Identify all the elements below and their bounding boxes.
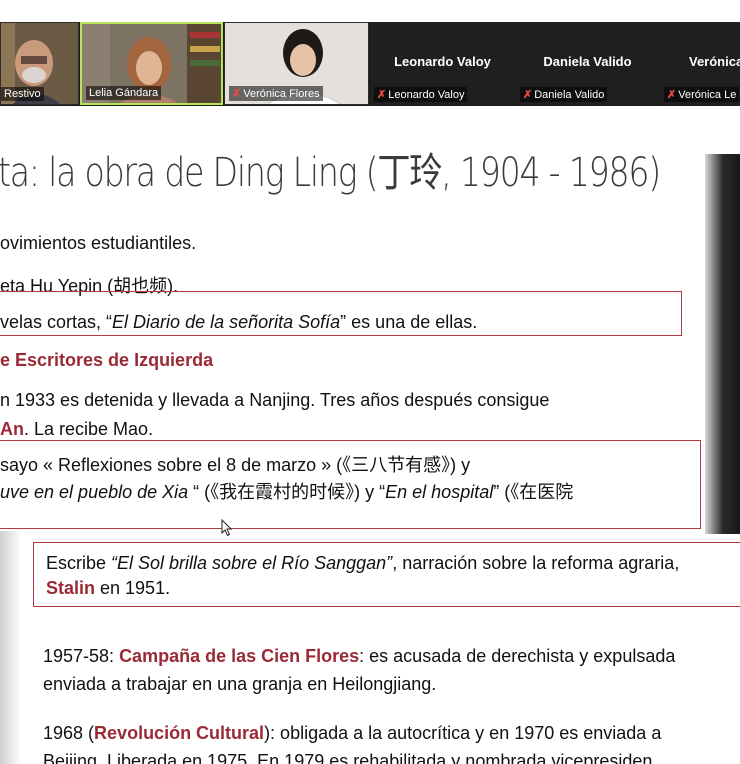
participant-tile-lelia[interactable]: Lelia Gándara: [80, 22, 223, 105]
muted-mic-icon: ✗: [232, 88, 242, 100]
work-title: En el hospital: [385, 482, 494, 502]
participant-name-tag: ✗ Daniela Valido: [520, 87, 608, 102]
participant-display-name: Leonardo Valoy: [394, 54, 491, 69]
participant-name: Lelia Gándara: [89, 87, 159, 99]
bullet-text: n 1933 es detenida y llevada a Nanjing. …: [0, 390, 550, 410]
accent-term: Revolución Cultural: [94, 723, 265, 743]
text-run: ): obligada a la autocrítica y en 1970 e…: [264, 723, 662, 743]
muted-mic-icon: ✗: [377, 89, 387, 101]
bullet-text: enviada a trabajar en una granja en Heil…: [43, 674, 437, 694]
participant-name: Daniela Valido: [534, 89, 605, 101]
participant-name: Verónica Flores: [243, 88, 320, 100]
accent-term: Stalin: [46, 578, 96, 598]
text-run: en 1951.: [95, 578, 171, 598]
slide-title: ta: la obra de Ding Ling (丁玲, 1904 - 198…: [0, 150, 661, 196]
participant-display-name: Daniela Valido: [543, 54, 632, 69]
participant-display-name: Verónica: [689, 54, 740, 69]
text-run: “ (《我在霞村的时候》) y “: [188, 482, 386, 502]
participant-tile-daniela[interactable]: Daniela Valido ✗ Daniela Valido: [516, 22, 659, 105]
shared-slide: ta: la obra de Ding Ling (丁玲, 1904 - 198…: [0, 106, 740, 764]
accent-term: An: [0, 419, 24, 439]
participant-tile-leonardo[interactable]: Leonardo Valoy ✗ Leonardo Valoy: [370, 22, 515, 105]
text-run: Escribe: [46, 553, 112, 573]
text-run: 1968 (: [43, 723, 95, 743]
accent-term: Campaña de las Cien Flores: [119, 646, 360, 666]
bullet-text: velas cortas, “El Diario de la señorita …: [0, 312, 477, 333]
participant-name-tag: ✗ Verónica Flores: [229, 86, 323, 101]
text-run: 1957-58:: [43, 646, 120, 666]
participant-name: Restivo: [4, 88, 41, 100]
author-photo: [705, 154, 740, 534]
bullet-text: Escribe “El Sol brilla sobre el Río Sang…: [46, 553, 679, 574]
text-run: ” (《在医院: [493, 482, 574, 502]
image-edge: [0, 531, 22, 764]
participant-name-tag: ✗ Leonardo Valoy: [374, 87, 468, 102]
participant-name-tag: Restivo: [1, 87, 44, 101]
bullet-text: Beijing. Liberada en 1975. En 1979 es re…: [43, 751, 653, 764]
text-run: ” es una de ellas.: [340, 312, 478, 332]
participant-name: Leonardo Valoy: [388, 89, 465, 101]
bullet-text: ovimientos estudiantiles.: [0, 233, 197, 253]
work-title: uve en el pueblo de Xia: [0, 482, 189, 502]
participant-tile-restivo[interactable]: Restivo: [0, 22, 79, 105]
bullet-text: 1957-58: Campaña de las Cien Flores: es …: [43, 646, 675, 667]
bullet-text: An. La recibe Mao.: [0, 419, 153, 440]
mouse-cursor-icon: [221, 519, 233, 537]
participant-name-tag: Lelia Gándara: [86, 86, 162, 100]
participant-tile-veronica[interactable]: Verónica ✗ Verónica Le: [660, 22, 740, 105]
text-run: , narración sobre la reforma agraria,: [392, 553, 680, 573]
participant-tile-veronica-flores[interactable]: ✗ Verónica Flores: [224, 22, 369, 105]
work-title: El Diario de la señorita Sofía: [112, 312, 341, 332]
bullet-text: 1968 (Revolución Cultural): obligada a l…: [43, 723, 661, 744]
section-heading: e Escritores de Izquierda: [0, 350, 214, 370]
bullet-text: Stalin en 1951.: [46, 578, 170, 599]
bullet-text: sayo « Reflexiones sobre el 8 de marzo »…: [0, 455, 471, 475]
participant-name: Verónica Le: [678, 89, 737, 101]
muted-mic-icon: ✗: [667, 89, 677, 101]
work-title: “El Sol brilla sobre el Río Sanggan”: [111, 553, 393, 573]
participants-strip: Restivo Lelia Gándara ✗ Verónica Flores L…: [0, 0, 740, 106]
muted-mic-icon: ✗: [523, 89, 533, 101]
bullet-text: uve en el pueblo de Xia “ (《我在霞村的时候》) y …: [0, 478, 573, 504]
text-run: : es acusada de derechista y expulsada: [359, 646, 676, 666]
text-run: . La recibe Mao.: [24, 419, 154, 439]
participant-name-tag: ✗ Verónica Le: [664, 87, 740, 102]
text-run: velas cortas, “: [0, 312, 113, 332]
